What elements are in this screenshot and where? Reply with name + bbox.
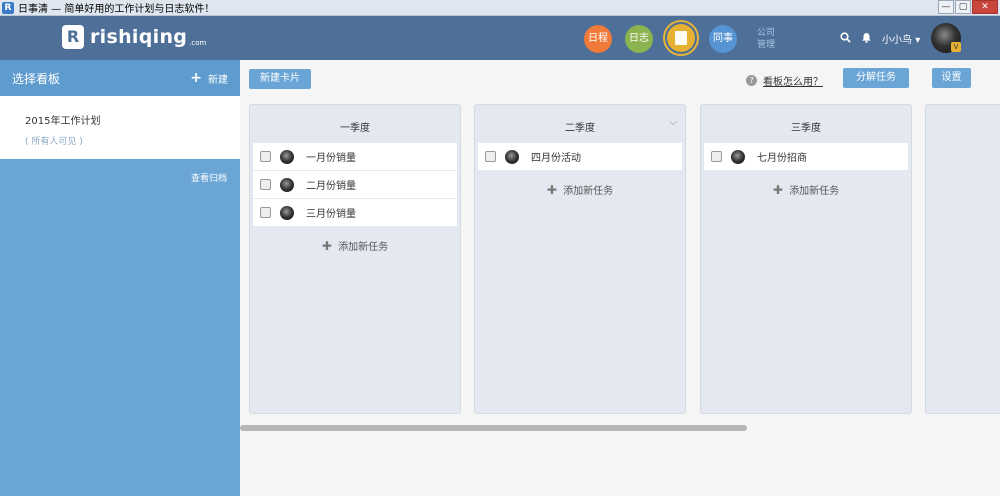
sidebar: 选择看板 + 新建 2015年工作计划 ( 所有人可见 ) 查看归档 (0, 60, 240, 496)
chevron-down-icon[interactable]: ⌵ (669, 117, 677, 128)
help-icon: ? (746, 75, 757, 86)
decompose-task-button[interactable]: 分解任务 (843, 68, 909, 88)
nav-board-button[interactable] (667, 24, 695, 52)
app-icon: R (2, 1, 14, 14)
new-board-button[interactable]: + 新建 (190, 70, 228, 86)
task-avatar (731, 149, 745, 164)
task-avatar (280, 149, 294, 164)
add-task-label: 添加新任务 (789, 186, 840, 197)
settings-button[interactable]: 设置 (932, 68, 971, 88)
logo[interactable]: R rishiqing .com (62, 25, 206, 49)
board-column: 三季度 七月份招商 ✚ 添加新任务 (700, 104, 912, 414)
company-management-link[interactable]: 公司 管理 (757, 27, 775, 51)
board-column-partial (925, 104, 1000, 414)
task-card[interactable]: 七月份招商 (704, 143, 908, 170)
column-title: 三季度 (791, 123, 821, 134)
view-archive-link[interactable]: 查看归档 (0, 159, 240, 184)
help-link: 看板怎么用？ (763, 77, 823, 88)
task-card[interactable]: 四月份活动 (478, 143, 682, 170)
logo-mark-icon: R (62, 25, 84, 49)
add-task-label: 添加新任务 (563, 186, 614, 197)
plus-icon: ✚ (321, 239, 332, 253)
window-titlebar: R 日事清 — 简单好用的工作计划与日志软件！ — ▢ ✕ (0, 0, 1000, 16)
task-checkbox[interactable] (260, 179, 271, 190)
plus-icon: ✚ (772, 183, 783, 197)
vip-badge: V (951, 42, 961, 52)
nav-colleague-button[interactable]: 同事 (709, 25, 737, 53)
close-button[interactable]: ✕ (972, 0, 998, 14)
board-item[interactable]: 2015年工作计划 ( 所有人可见 ) (0, 96, 240, 159)
task-avatar (280, 177, 294, 192)
task-checkbox[interactable] (485, 151, 496, 162)
window-title: 日事清 — 简单好用的工作计划与日志软件！ (18, 4, 215, 15)
nav-log-button[interactable]: 日志 (625, 25, 653, 53)
column-title: 一季度 (340, 123, 370, 134)
plus-icon: ✚ (546, 183, 557, 197)
user-menu[interactable]: 小小鸟 ▾ (882, 31, 920, 46)
app-header: R rishiqing .com 日程 日志 同事 公司 管理 小小鸟 ▾ V (0, 16, 1000, 60)
new-board-label: 新建 (208, 74, 228, 86)
logo-text: rishiqing (90, 26, 188, 48)
task-checkbox[interactable] (260, 151, 271, 162)
plus-icon: + (190, 70, 202, 86)
sidebar-header: 选择看板 + 新建 (0, 60, 240, 96)
sidebar-title: 选择看板 (12, 71, 61, 86)
clipboard-icon (675, 31, 687, 45)
task-title: 一月份销量 (306, 153, 356, 164)
column-title: 二季度 (565, 123, 595, 134)
task-title: 三月份销量 (306, 209, 356, 220)
add-task-label: 添加新任务 (338, 242, 389, 253)
board-main: 新建卡片 ? 看板怎么用？ 分解任务 设置 一季度 一月份销量 二月份销量 三月… (240, 60, 1000, 496)
task-checkbox[interactable] (711, 151, 722, 162)
maximize-button[interactable]: ▢ (955, 0, 971, 14)
board-column: 一季度 一月份销量 二月份销量 三月份销量 ✚ 添加新任务 (249, 104, 461, 414)
task-title: 四月份活动 (531, 153, 581, 164)
add-task-button[interactable]: ✚ 添加新任务 (701, 182, 911, 197)
add-task-button[interactable]: ✚ 添加新任务 (250, 238, 460, 253)
logo-suffix: .com (189, 39, 207, 47)
task-avatar (280, 205, 294, 220)
new-card-button[interactable]: 新建卡片 (249, 69, 311, 89)
task-checkbox[interactable] (260, 207, 271, 218)
caret-down-icon: ▾ (915, 35, 921, 46)
horizontal-scrollbar[interactable] (240, 425, 747, 431)
task-title: 二月份销量 (306, 181, 356, 192)
window-controls: — ▢ ✕ (937, 0, 998, 14)
task-title: 七月份招商 (757, 153, 807, 164)
bell-icon[interactable] (861, 32, 872, 46)
username-label: 小小鸟 (882, 35, 912, 46)
task-card[interactable]: 一月份销量 (253, 143, 457, 170)
board-help[interactable]: ? 看板怎么用？ (746, 73, 823, 88)
nav-schedule-button[interactable]: 日程 (584, 25, 612, 53)
task-card[interactable]: 二月份销量 (253, 171, 457, 198)
task-card[interactable]: 三月份销量 (253, 199, 457, 226)
company-mgmt-line2: 管理 (757, 40, 776, 50)
board-visibility: ( 所有人可见 ) (25, 137, 83, 147)
add-task-button[interactable]: ✚ 添加新任务 (475, 182, 685, 197)
search-icon[interactable] (840, 32, 851, 46)
company-mgmt-line1: 公司 (757, 28, 776, 38)
task-avatar (505, 149, 519, 164)
board-name: 2015年工作计划 (25, 116, 101, 127)
minimize-button[interactable]: — (938, 0, 954, 14)
board-column: 二季度 ⌵ 四月份活动 ✚ 添加新任务 (474, 104, 686, 414)
